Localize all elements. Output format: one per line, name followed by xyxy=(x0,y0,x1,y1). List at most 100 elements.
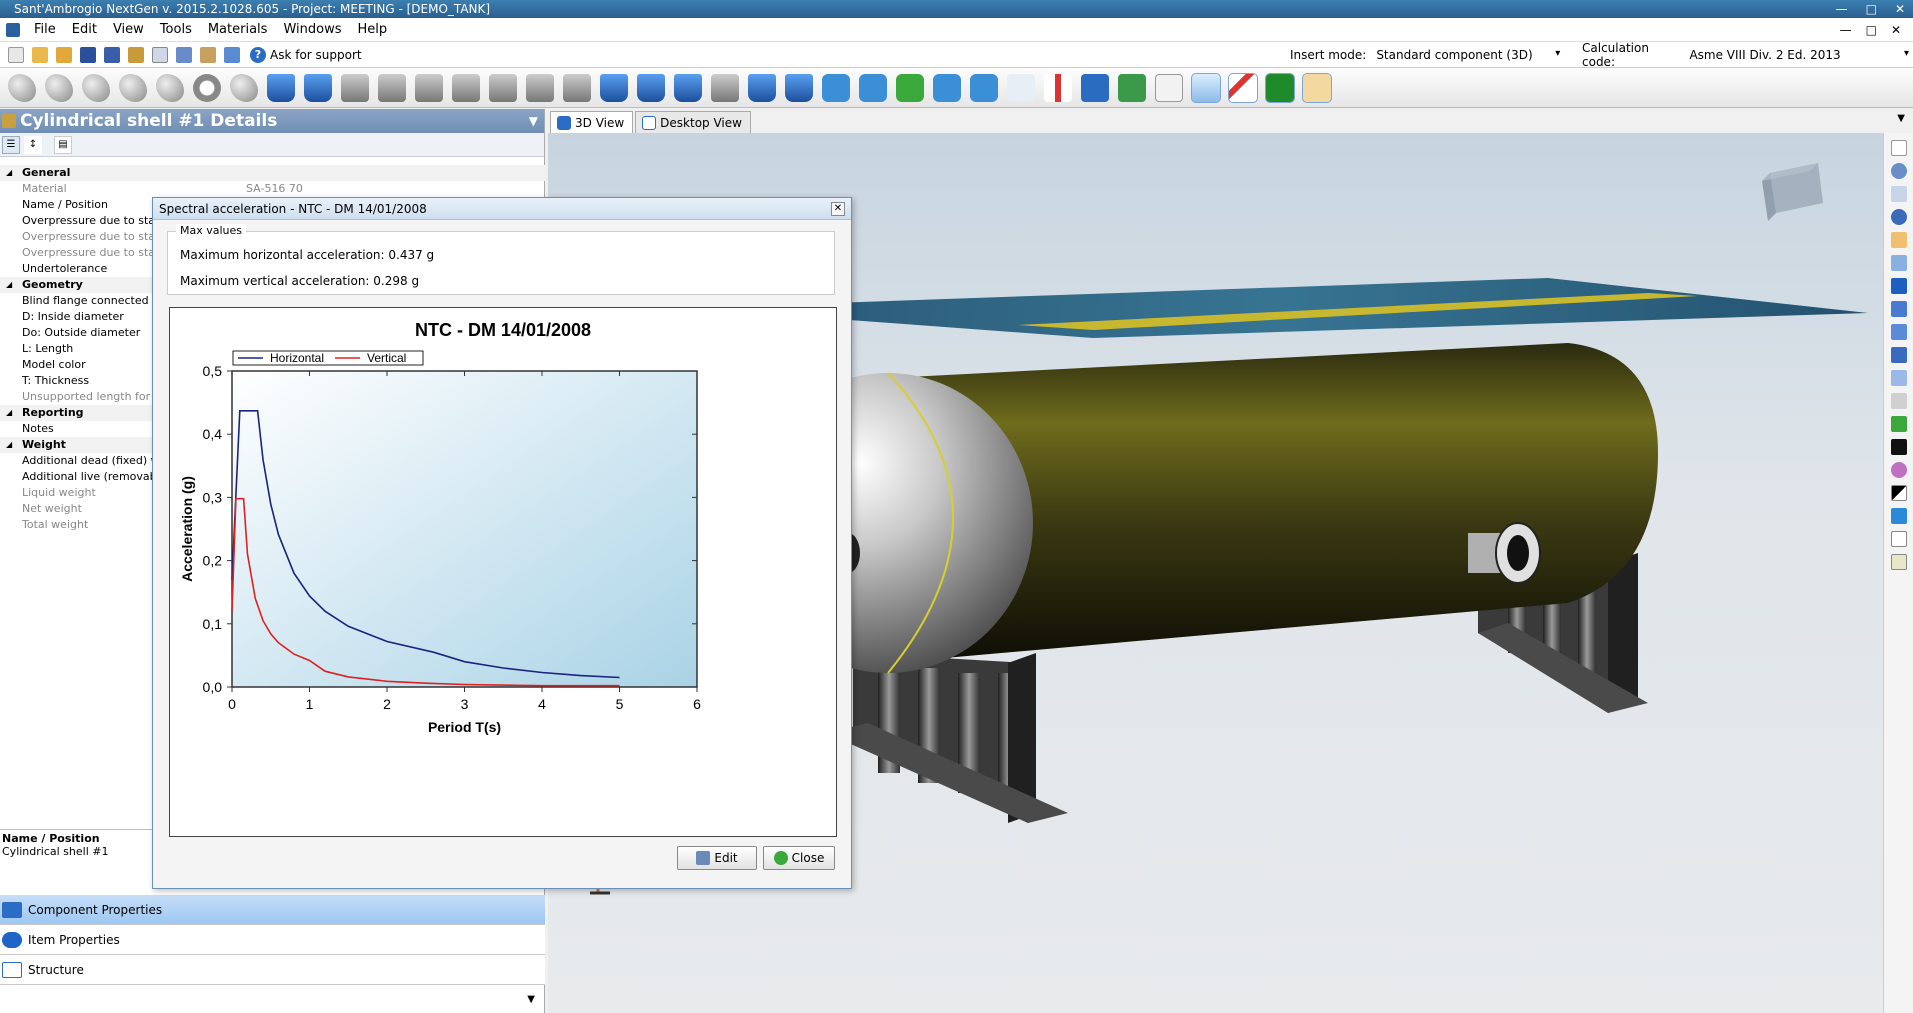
close-icon[interactable]: ✕ xyxy=(1895,0,1905,18)
elbow-icon[interactable] xyxy=(341,73,369,102)
menu-windows[interactable]: Windows xyxy=(277,22,351,37)
library-icon[interactable] xyxy=(1118,73,1146,102)
menu-materials[interactable]: Materials xyxy=(202,22,278,37)
tab-desktop-view[interactable]: Desktop View xyxy=(635,111,751,133)
reinforcing-pad-icon[interactable] xyxy=(489,73,517,102)
tank-fill-icon[interactable] xyxy=(1191,72,1221,103)
water-icon[interactable] xyxy=(1890,508,1907,524)
temperature-icon[interactable] xyxy=(1044,73,1072,102)
menu-view[interactable]: View xyxy=(107,22,154,37)
text-icon[interactable] xyxy=(1890,531,1907,547)
sort-alpha-icon[interactable]: ↕ xyxy=(24,135,42,154)
new-file-icon[interactable] xyxy=(8,46,24,63)
iso-view-icon[interactable] xyxy=(1890,278,1907,294)
nav-component-properties[interactable]: Component Properties xyxy=(0,895,545,925)
edit-button[interactable]: Edit xyxy=(677,846,757,870)
sphere-icon[interactable] xyxy=(230,73,258,102)
select-cursor-icon[interactable] xyxy=(1890,140,1907,156)
app-icon[interactable] xyxy=(6,22,20,37)
property-row[interactable]: Material SA-516 70 xyxy=(0,181,545,197)
menu-tools[interactable]: Tools xyxy=(154,22,202,37)
plugin-add-icon[interactable] xyxy=(859,73,887,102)
seismic-icon[interactable] xyxy=(1265,72,1295,103)
open-folder-icon[interactable] xyxy=(56,46,72,63)
layout-icon[interactable] xyxy=(224,46,240,63)
save-icon[interactable] xyxy=(80,46,96,63)
minimize-icon[interactable]: — xyxy=(1836,0,1848,18)
flanged-nozzle-icon[interactable] xyxy=(304,73,332,102)
cylindrical-shell-icon[interactable] xyxy=(8,73,36,102)
conical-shell-icon[interactable] xyxy=(45,73,73,102)
shaded-icon[interactable] xyxy=(1890,416,1907,432)
calc-code-select[interactable]: Asme VIII Div. 2 Ed. 2013 xyxy=(1687,48,1913,62)
link-icon[interactable] xyxy=(1007,73,1035,102)
report-icon[interactable] xyxy=(1302,72,1332,103)
ladder-icon[interactable] xyxy=(748,73,776,102)
nozzle-icon[interactable] xyxy=(267,73,295,102)
mdi-restore-icon[interactable]: □ xyxy=(1866,23,1877,37)
tray-icon[interactable] xyxy=(711,73,739,102)
panel-menu-icon[interactable]: ▼ xyxy=(529,109,538,133)
print-preview-icon[interactable] xyxy=(152,46,168,63)
lug-icon[interactable] xyxy=(674,73,702,102)
nav-item-properties[interactable]: Item Properties xyxy=(0,925,545,955)
color-icon[interactable] xyxy=(1890,462,1907,478)
saddle-icon[interactable] xyxy=(637,73,665,102)
plate-icon[interactable] xyxy=(378,73,406,102)
insert-mode-select[interactable]: Standard component (3D) xyxy=(1374,48,1564,62)
elliptical-head-icon[interactable] xyxy=(82,73,110,102)
save-all-icon[interactable] xyxy=(104,46,120,63)
bellow-icon[interactable] xyxy=(526,73,554,102)
tab-3d-view[interactable]: 3D View xyxy=(550,111,634,133)
pan-hand-icon[interactable] xyxy=(1890,232,1907,248)
perspective-icon[interactable] xyxy=(1890,370,1907,386)
manual-icon[interactable] xyxy=(1081,73,1109,102)
maximize-icon[interactable]: □ xyxy=(1866,0,1877,18)
menu-file[interactable]: File xyxy=(28,22,66,37)
front-view-icon[interactable] xyxy=(1890,301,1907,317)
solid-icon[interactable] xyxy=(1890,439,1907,455)
menu-edit[interactable]: Edit xyxy=(66,22,107,37)
clip-icon[interactable] xyxy=(452,73,480,102)
zoom-icon[interactable] xyxy=(1890,163,1907,179)
ring-icon[interactable] xyxy=(193,73,221,102)
fit-icon[interactable] xyxy=(1890,255,1907,271)
plugin-settings-icon[interactable] xyxy=(933,73,961,102)
nav-structure[interactable]: Structure xyxy=(0,955,545,985)
menu-help[interactable]: Help xyxy=(351,22,397,37)
plugin-remove-icon[interactable] xyxy=(970,73,998,102)
mdi-close-icon[interactable]: ✕ xyxy=(1891,23,1901,37)
flat-head-icon[interactable] xyxy=(156,73,184,102)
support-leg-icon[interactable] xyxy=(600,73,628,102)
view-menu-icon[interactable]: ▼ xyxy=(1897,113,1905,124)
dialog-close-icon[interactable]: ✕ xyxy=(831,202,845,216)
side-view-icon[interactable] xyxy=(1890,324,1907,340)
mdi-minimize-icon[interactable]: — xyxy=(1840,23,1852,37)
zoom-window-icon[interactable] xyxy=(1890,186,1907,202)
property-pages-icon[interactable]: ▤ xyxy=(54,135,72,154)
close-button[interactable]: Close xyxy=(763,846,835,870)
skirt-icon[interactable] xyxy=(785,73,813,102)
clipboard-icon[interactable] xyxy=(1890,554,1907,570)
bracket-icon[interactable] xyxy=(415,73,443,102)
y-axis-label: Acceleration (g) xyxy=(179,476,195,582)
plugin-icon[interactable] xyxy=(822,73,850,102)
new-project-icon[interactable] xyxy=(32,46,48,63)
torispherical-head-icon[interactable] xyxy=(119,73,147,102)
wireframe-icon[interactable] xyxy=(1890,393,1907,409)
export-icon[interactable] xyxy=(128,46,144,63)
drawing-icon[interactable] xyxy=(1155,73,1183,102)
view-cube[interactable] xyxy=(1762,163,1823,221)
email-icon[interactable] xyxy=(176,46,192,63)
plugin-run-icon[interactable] xyxy=(896,73,924,102)
wind-icon[interactable] xyxy=(1228,72,1258,103)
property-category[interactable]: General xyxy=(0,165,545,181)
contrast-icon[interactable] xyxy=(1890,485,1907,501)
categorized-icon[interactable]: ☰ xyxy=(2,135,20,154)
ask-support-button[interactable]: ? Ask for support xyxy=(250,46,362,63)
transition-icon[interactable] xyxy=(563,73,591,102)
top-view-icon[interactable] xyxy=(1890,347,1907,363)
rotate-icon[interactable] xyxy=(1890,209,1907,225)
settings-icon[interactable] xyxy=(200,46,216,63)
more-nav-icon[interactable]: ▼ xyxy=(0,989,545,1011)
